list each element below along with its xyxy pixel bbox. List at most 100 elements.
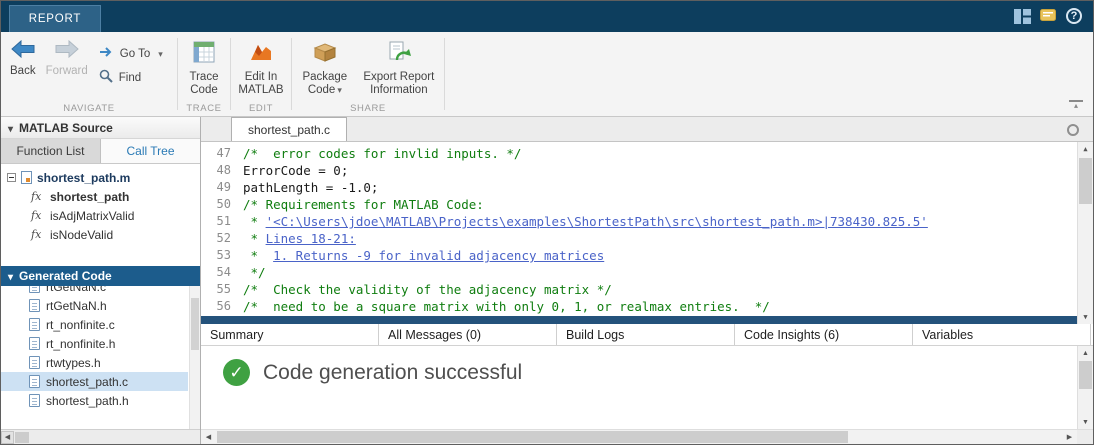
code-line-48: 48ErrorCode = 0; bbox=[201, 162, 1077, 179]
goto-dropdown-caret bbox=[156, 48, 163, 60]
trace-code-button[interactable]: Trace Code bbox=[182, 38, 226, 99]
collapse-ribbon-icon[interactable] bbox=[1069, 100, 1083, 110]
bottom-tabs: SummaryAll Messages (0)Build LogsCode In… bbox=[201, 324, 1093, 346]
export-report-icon bbox=[387, 40, 411, 69]
line-number: 55 bbox=[201, 281, 243, 298]
code-comment: * bbox=[243, 214, 266, 229]
highlight-target-icon[interactable] bbox=[1067, 124, 1079, 136]
sidebar-tab-function-list[interactable]: Function List bbox=[1, 139, 101, 163]
main-pane: shortest_path.c 47/* error codes for inv… bbox=[201, 117, 1093, 444]
forward-button[interactable]: Forward bbox=[41, 38, 93, 80]
code-comment: */ bbox=[243, 265, 266, 280]
file-item-shortest-path-h[interactable]: shortest_path.h bbox=[1, 391, 188, 410]
goto-find-stack: Go To Find bbox=[99, 46, 163, 86]
line-number: 51 bbox=[201, 213, 243, 230]
sidebar-scrollbar-thumb[interactable] bbox=[191, 298, 199, 350]
success-check-icon bbox=[223, 359, 250, 386]
tree-item-isadjmatrixvalid[interactable]: fxisAdjMatrixValid bbox=[1, 206, 200, 225]
line-number: 48 bbox=[201, 162, 243, 179]
file-item-rtgetnan-h[interactable]: rtGetNaN.h bbox=[1, 296, 188, 315]
scroll-down-icon[interactable]: ▼ bbox=[1078, 415, 1093, 429]
line-number: 53 bbox=[201, 247, 243, 264]
layout-grid-icon[interactable] bbox=[1013, 7, 1031, 25]
partial-highlighted-line bbox=[201, 316, 1077, 324]
forward-arrow-icon bbox=[55, 40, 79, 63]
scroll-down-icon[interactable]: ▼ bbox=[1078, 310, 1093, 324]
feedback-icon[interactable] bbox=[1039, 7, 1057, 25]
line-number: 49 bbox=[201, 179, 243, 196]
bottom-tab-code-insights-6[interactable]: Code Insights (6) bbox=[735, 324, 913, 345]
file-icon bbox=[29, 318, 40, 331]
code-vertical-scrollbar[interactable]: ▲ ▼ bbox=[1077, 142, 1093, 324]
sidebar-scrollbar[interactable] bbox=[189, 286, 200, 429]
scroll-left-icon[interactable]: ◀ bbox=[1, 431, 14, 444]
trace-link[interactable]: 1. Returns -9 for invalid adjacency matr… bbox=[273, 248, 604, 263]
section-label-navigate: NAVIGATE bbox=[1, 103, 177, 114]
file-item-rtgetnan-c[interactable]: rtGetNaN.c bbox=[1, 286, 188, 296]
matlab-logo-icon bbox=[249, 40, 273, 69]
editor-tab-shortest-path-c[interactable]: shortest_path.c bbox=[231, 117, 347, 141]
code-line-53: 53 * 1. Returns -9 for invalid adjacency… bbox=[201, 247, 1077, 264]
back-button[interactable]: Back bbox=[5, 38, 41, 80]
export-report-button[interactable]: Export Report Information bbox=[358, 38, 440, 99]
generated-code-header[interactable]: Generated Code bbox=[1, 266, 200, 286]
help-question-glyph bbox=[1066, 8, 1082, 24]
tab-report[interactable]: REPORT bbox=[9, 5, 101, 32]
file-icon bbox=[29, 299, 40, 312]
ribbon-toolbar: Back Forward Go To bbox=[1, 32, 1093, 117]
bottom-scrollbar-thumb[interactable] bbox=[1079, 361, 1092, 389]
matlab-file-icon bbox=[21, 171, 32, 184]
trace-link[interactable]: '<C:\Users\jdoe\MATLAB\Projects\examples… bbox=[266, 214, 928, 229]
back-arrow-icon bbox=[11, 40, 35, 63]
tree-item-shortest-path-m[interactable]: shortest_path.m bbox=[1, 168, 200, 187]
bottom-tab-summary[interactable]: Summary bbox=[201, 324, 379, 345]
function-icon: fx bbox=[31, 209, 45, 222]
status-message: Code generation successful bbox=[263, 361, 522, 385]
file-icon bbox=[29, 337, 40, 350]
scroll-up-icon[interactable]: ▲ bbox=[1078, 142, 1093, 156]
goto-arrow-icon bbox=[99, 46, 114, 61]
code-line-55: 55/* Check the validity of the adjacency… bbox=[201, 281, 1077, 298]
help-icon[interactable] bbox=[1065, 7, 1083, 25]
file-item-shortest-path-c[interactable]: shortest_path.c bbox=[1, 372, 188, 391]
tree-expander-icon[interactable] bbox=[7, 173, 16, 182]
line-number: 56 bbox=[201, 298, 243, 315]
code-line-52: 52 * Lines 18-21: bbox=[201, 230, 1077, 247]
code-scrollbar-thumb[interactable] bbox=[1079, 158, 1092, 204]
collapse-triangle-icon bbox=[8, 121, 13, 135]
tree-item-shortest-path[interactable]: fxshortest_path bbox=[1, 187, 200, 206]
package-dropdown-caret bbox=[335, 84, 342, 96]
generated-file-list: rtGetNaN.crtGetNaN.hrt_nonfinite.crt_non… bbox=[1, 286, 200, 429]
package-code-button[interactable]: Package Code bbox=[296, 38, 354, 99]
report-bottom-panel: SummaryAll Messages (0)Build LogsCode In… bbox=[201, 324, 1093, 444]
scroll-right-icon[interactable]: ▶ bbox=[1062, 430, 1077, 444]
file-item-rt-nonfinite-c[interactable]: rt_nonfinite.c bbox=[1, 315, 188, 334]
scroll-up-icon[interactable]: ▲ bbox=[1078, 346, 1093, 360]
package-box-icon bbox=[313, 40, 337, 69]
code-comment: * bbox=[243, 231, 266, 246]
find-button[interactable]: Find bbox=[99, 69, 163, 86]
sidebar-hscroll-thumb[interactable] bbox=[15, 432, 29, 443]
edit-in-matlab-button[interactable]: Edit In MATLAB bbox=[233, 38, 288, 99]
collapse-triangle-icon bbox=[8, 269, 13, 283]
code-view: 47/* error codes for invlid inputs. */48… bbox=[201, 142, 1093, 324]
matlab-source-header[interactable]: MATLAB Source bbox=[1, 117, 200, 139]
file-item-rtwtypes-h[interactable]: rtwtypes.h bbox=[1, 353, 188, 372]
bottom-horizontal-scrollbar[interactable]: ◀ ▶ bbox=[201, 429, 1077, 444]
sidebar-tab-call-tree[interactable]: Call Tree bbox=[101, 139, 200, 163]
bottom-tab-all-messages-0[interactable]: All Messages (0) bbox=[379, 324, 557, 345]
ribbon-group-trace: Trace Code TRACE bbox=[178, 32, 230, 116]
bottom-tab-build-logs[interactable]: Build Logs bbox=[557, 324, 735, 345]
goto-button[interactable]: Go To bbox=[99, 46, 163, 61]
code-line-56: 56/* need to be a square matrix with onl… bbox=[201, 298, 1077, 315]
code-line-47: 47/* error codes for invlid inputs. */ bbox=[201, 145, 1077, 162]
bottom-tab-variables[interactable]: Variables bbox=[913, 324, 1091, 345]
line-number: 50 bbox=[201, 196, 243, 213]
tree-item-isnodevalid[interactable]: fxisNodeValid bbox=[1, 225, 200, 244]
trace-link[interactable]: Lines 18-21: bbox=[266, 231, 356, 246]
bottom-hscroll-thumb[interactable] bbox=[217, 431, 848, 443]
scroll-left-icon[interactable]: ◀ bbox=[201, 430, 216, 444]
function-list: fxshortest_pathfxisAdjMatrixValidfxisNod… bbox=[1, 187, 200, 244]
bottom-vertical-scrollbar[interactable]: ▲ ▼ bbox=[1077, 346, 1093, 429]
file-item-rt-nonfinite-h[interactable]: rt_nonfinite.h bbox=[1, 334, 188, 353]
